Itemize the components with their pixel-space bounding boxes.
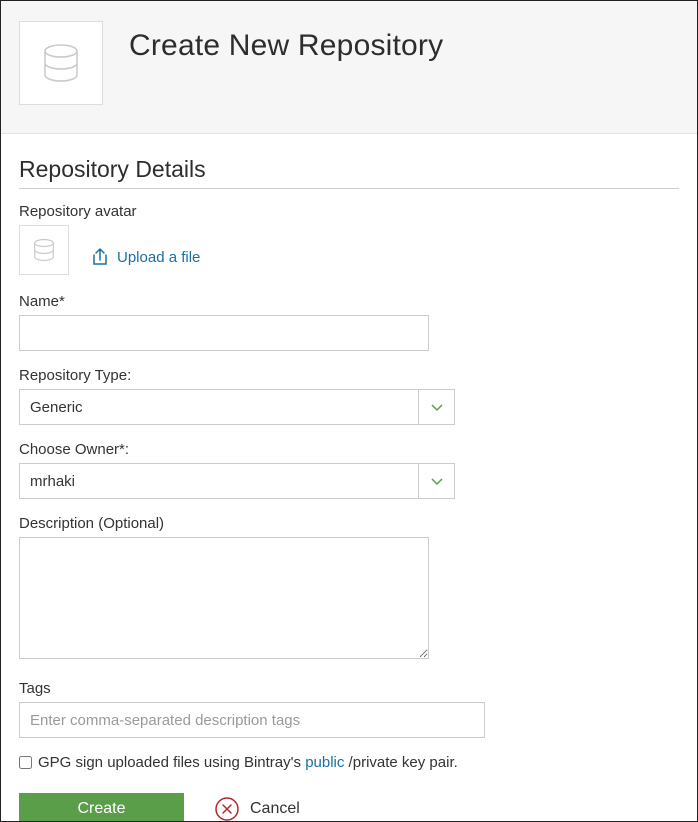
- form-content: Repository Details Repository avatar: [1, 134, 697, 821]
- upload-file-link[interactable]: Upload a file: [91, 247, 200, 267]
- repo-type-select[interactable]: Generic: [19, 389, 455, 425]
- name-group: Name*: [19, 293, 679, 351]
- repo-type-value: Generic: [20, 390, 418, 424]
- description-label: Description (Optional): [19, 515, 679, 532]
- tags-label: Tags: [19, 680, 679, 697]
- avatar-preview[interactable]: [19, 225, 69, 275]
- owner-select[interactable]: mrhaki: [19, 463, 455, 499]
- page-title: Create New Repository: [129, 29, 443, 63]
- app-frame: Create New Repository Repository Details…: [0, 0, 698, 822]
- avatar-label: Repository avatar: [19, 203, 679, 220]
- owner-value: mrhaki: [20, 464, 418, 498]
- cancel-label: Cancel: [250, 800, 300, 818]
- close-icon: [214, 796, 240, 821]
- repo-type-arrow: [418, 390, 454, 424]
- upload-icon: [91, 247, 109, 267]
- gpg-suffix: /private key pair.: [344, 754, 457, 771]
- owner-group: Choose Owner*: mrhaki: [19, 441, 679, 499]
- upload-file-text: Upload a file: [117, 249, 200, 266]
- repo-type-label: Repository Type:: [19, 367, 679, 384]
- gpg-sign-row[interactable]: GPG sign uploaded files using Bintray's …: [19, 754, 679, 771]
- gpg-sign-text: GPG sign uploaded files using Bintray's …: [38, 754, 458, 771]
- database-icon: [30, 236, 58, 264]
- repo-type-group: Repository Type: Generic: [19, 367, 679, 425]
- page-header: Create New Repository: [1, 1, 697, 134]
- gpg-prefix: GPG sign uploaded files using Bintray's: [38, 754, 305, 771]
- tags-input[interactable]: [19, 702, 485, 738]
- chevron-down-icon: [429, 399, 445, 415]
- section-title: Repository Details: [19, 156, 679, 189]
- name-input[interactable]: [19, 315, 429, 351]
- create-button[interactable]: Create: [19, 793, 184, 821]
- avatar-group: Repository avatar Upload a file: [19, 203, 679, 275]
- description-input[interactable]: [19, 537, 429, 659]
- gpg-sign-checkbox[interactable]: [19, 756, 32, 769]
- database-icon: [37, 39, 85, 87]
- tags-group: Tags: [19, 680, 679, 738]
- chevron-down-icon: [429, 473, 445, 489]
- description-group: Description (Optional): [19, 515, 679, 664]
- name-label: Name*: [19, 293, 679, 310]
- gpg-public-link[interactable]: public: [305, 754, 344, 771]
- header-repo-icon-box: [19, 21, 103, 105]
- avatar-row: Upload a file: [19, 225, 679, 275]
- owner-arrow: [418, 464, 454, 498]
- owner-label: Choose Owner*:: [19, 441, 679, 458]
- footer-actions: Create Cancel: [19, 793, 679, 821]
- cancel-button[interactable]: Cancel: [214, 796, 300, 821]
